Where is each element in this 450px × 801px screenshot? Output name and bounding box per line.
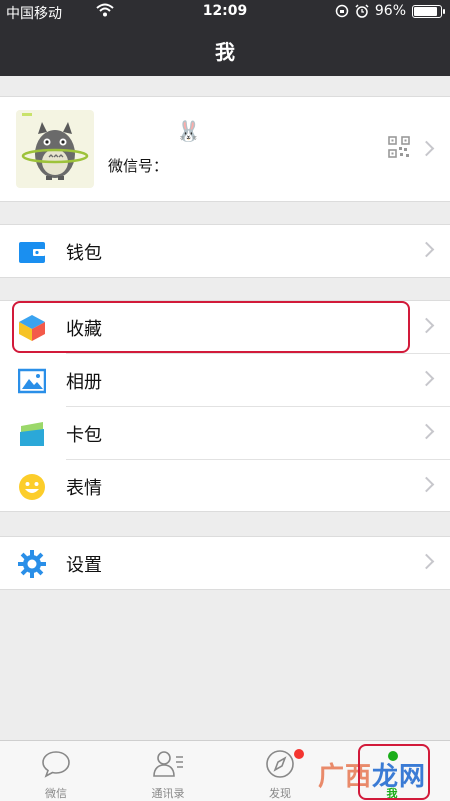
wallet-icon <box>19 242 45 263</box>
menu-item-settings[interactable]: 设置 <box>0 537 450 589</box>
chevron-right-icon <box>418 140 435 157</box>
menu-label-cards: 卡包 <box>66 425 102 446</box>
wechat-id-label: 微信号： <box>108 157 169 175</box>
status-bar: 中国移动 12:09 96% <box>0 0 450 24</box>
chevron-right-icon <box>418 423 435 440</box>
chat-icon <box>42 751 70 778</box>
menu-item-cards[interactable]: 卡包 <box>0 407 450 459</box>
tab-label-chats: 微信 <box>45 787 67 800</box>
chevron-right-icon <box>418 370 435 387</box>
alarm-icon <box>355 4 369 18</box>
compass-icon <box>266 750 294 778</box>
highlight-box <box>12 301 410 353</box>
nickname-emoji: 🐰 <box>176 119 201 143</box>
chevron-right-icon <box>418 241 435 258</box>
qr-code-icon[interactable] <box>388 136 410 158</box>
tab-chats[interactable]: 微信 <box>0 741 112 801</box>
menu-label-stickers: 表情 <box>66 478 102 499</box>
top-bar: 中国移动 12:09 96% 我 <box>0 0 450 76</box>
status-right: 96% <box>335 3 445 19</box>
gear-icon <box>18 550 46 578</box>
menu-item-wallet[interactable]: 钱包 <box>0 225 450 277</box>
menu-label-album: 相册 <box>66 372 102 393</box>
wallet-section: 钱包 <box>0 224 450 278</box>
battery-percent: 96% <box>374 3 406 19</box>
menu-item-album[interactable]: 相册 <box>0 354 450 406</box>
tab-contacts[interactable]: 通讯录 <box>112 741 224 801</box>
menu-label-wallet: 钱包 <box>66 243 102 264</box>
notification-dot <box>294 749 304 759</box>
battery-icon <box>412 4 445 18</box>
menu-label-settings: 设置 <box>66 555 102 576</box>
contacts-icon <box>153 751 183 777</box>
chevron-right-icon <box>418 317 435 334</box>
smiley-icon <box>19 474 45 500</box>
highlight-box-tab <box>358 744 430 800</box>
profile-card[interactable]: 🐰 微信号： <box>0 96 450 202</box>
card-wallet-icon <box>20 422 44 446</box>
page-title: 我 <box>215 40 235 64</box>
chevron-right-icon <box>418 553 435 570</box>
settings-section: 设置 <box>0 536 450 590</box>
avatar[interactable] <box>16 110 94 188</box>
totoro-avatar-icon <box>21 113 89 180</box>
tab-label-contacts: 通讯录 <box>151 787 185 800</box>
rotation-lock-icon <box>335 4 349 18</box>
album-icon <box>18 368 46 394</box>
chevron-right-icon <box>418 476 435 493</box>
menu-item-stickers[interactable]: 表情 <box>0 460 450 512</box>
